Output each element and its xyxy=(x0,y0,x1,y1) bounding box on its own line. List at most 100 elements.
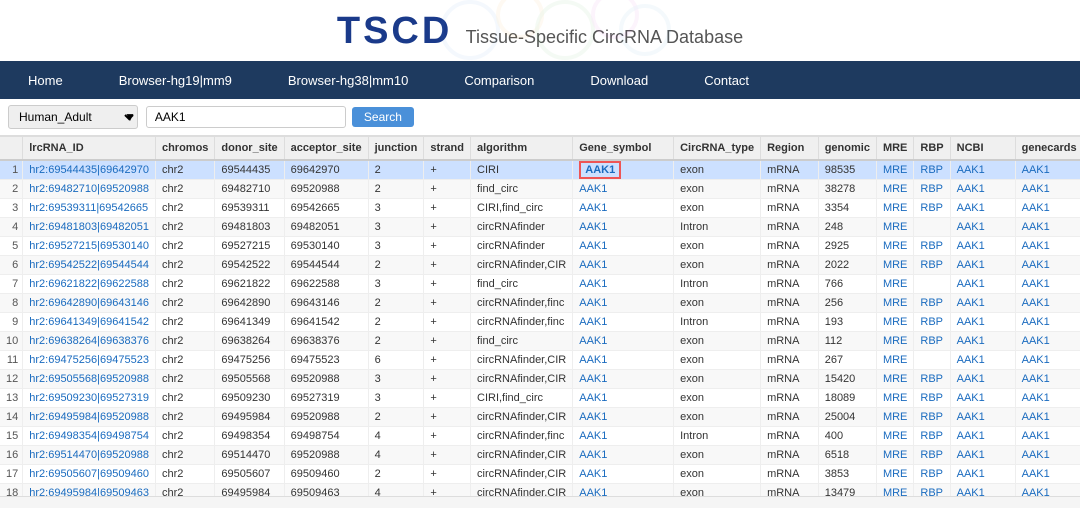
table-row[interactable]: 7hr2:69621822|69622588chr269621822696225… xyxy=(0,275,1080,294)
cell-rbp: RBP xyxy=(914,389,950,408)
nav-home[interactable]: Home xyxy=(0,61,91,99)
table-row[interactable]: 14hr2:69495984|69520988chr26949598469520… xyxy=(0,408,1080,427)
cell-algorithm: circRNAfinder,CIR xyxy=(471,370,573,389)
cell-num: 2 xyxy=(0,180,23,199)
cell-type: exon xyxy=(674,465,761,484)
cell-junction: 3 xyxy=(368,199,424,218)
table-row[interactable]: 1hr2:69544435|69642970chr269544435696429… xyxy=(0,160,1080,180)
species-select[interactable]: Human_Adult Human_Fetal Mouse_Adult Mous… xyxy=(8,105,138,129)
cell-algorithm: circRNAfinder,CIR xyxy=(471,446,573,465)
table-row[interactable]: 16hr2:69514470|69520988chr26951447069520… xyxy=(0,446,1080,465)
dropdown-arrow-icon: ▼ xyxy=(124,110,136,124)
cell-genomic: 25004 xyxy=(818,408,876,427)
cell-num: 8 xyxy=(0,294,23,313)
table-row[interactable]: 10hr2:69638264|69638376chr26963826469638… xyxy=(0,332,1080,351)
cell-chr: chr2 xyxy=(155,332,214,351)
cell-algorithm: circRNAfinder,CIR xyxy=(471,351,573,370)
search-input[interactable] xyxy=(146,106,346,128)
cell-id: hr2:69527215|69530140 xyxy=(23,237,156,256)
cell-id: hr2:69638264|69638376 xyxy=(23,332,156,351)
cell-chr: chr2 xyxy=(155,160,214,180)
cell-junction: 4 xyxy=(368,484,424,497)
table-row[interactable]: 5hr2:69527215|69530140chr269527215695301… xyxy=(0,237,1080,256)
cell-donor: 69539311 xyxy=(215,199,284,218)
cell-type: exon xyxy=(674,370,761,389)
nav-browser-hg19[interactable]: Browser-hg19|mm9 xyxy=(91,61,260,99)
table-row[interactable]: 8hr2:69642890|69643146chr269642890696431… xyxy=(0,294,1080,313)
cell-junction: 2 xyxy=(368,332,424,351)
table-row[interactable]: 17hr2:69505607|69509460chr26950560769509… xyxy=(0,465,1080,484)
cell-id: hr2:69475256|69475523 xyxy=(23,351,156,370)
cell-gene: AAK1 xyxy=(573,275,674,294)
cell-gene: AAK1 xyxy=(573,256,674,275)
cell-donor: 69544435 xyxy=(215,160,284,180)
cell-genomic: 766 xyxy=(818,275,876,294)
cell-donor: 69527215 xyxy=(215,237,284,256)
cell-genecards: AAK1 xyxy=(1015,160,1080,180)
cell-region: mRNA xyxy=(761,465,819,484)
cell-region: mRNA xyxy=(761,427,819,446)
table-row[interactable]: 15hr2:69498354|69498754chr26949835469498… xyxy=(0,427,1080,446)
cell-mre: MRE xyxy=(876,218,913,237)
cell-id: hr2:69542522|69544544 xyxy=(23,256,156,275)
cell-acceptor: 69542665 xyxy=(284,199,368,218)
cell-id: hr2:69505607|69509460 xyxy=(23,465,156,484)
cell-strand: + xyxy=(424,256,471,275)
cell-genomic: 112 xyxy=(818,332,876,351)
cell-mre: MRE xyxy=(876,370,913,389)
cell-gene: AAK1 xyxy=(573,351,674,370)
search-button[interactable]: Search xyxy=(352,107,414,127)
cell-mre: MRE xyxy=(876,256,913,275)
cell-mre: MRE xyxy=(876,180,913,199)
cell-gene: AAK1 xyxy=(573,160,674,180)
nav-browser-hg38[interactable]: Browser-hg38|mm10 xyxy=(260,61,436,99)
cell-strand: + xyxy=(424,313,471,332)
cell-genomic: 18089 xyxy=(818,389,876,408)
cell-chr: chr2 xyxy=(155,465,214,484)
table-row[interactable]: 12hr2:69505568|69520988chr26950556869520… xyxy=(0,370,1080,389)
cell-type: exon xyxy=(674,294,761,313)
cell-donor: 69641349 xyxy=(215,313,284,332)
cell-rbp: RBP xyxy=(914,160,950,180)
cell-rbp xyxy=(914,218,950,237)
cell-type: exon xyxy=(674,389,761,408)
cell-chr: chr2 xyxy=(155,351,214,370)
nav-comparison[interactable]: Comparison xyxy=(436,61,562,99)
cell-chr: chr2 xyxy=(155,389,214,408)
cell-region: mRNA xyxy=(761,294,819,313)
cell-genecards: AAK1 xyxy=(1015,446,1080,465)
cell-gene: AAK1 xyxy=(573,389,674,408)
cell-junction: 4 xyxy=(368,446,424,465)
cell-gene: AAK1 xyxy=(573,237,674,256)
cell-id: hr2:69642890|69643146 xyxy=(23,294,156,313)
cell-genomic: 6518 xyxy=(818,446,876,465)
table-row[interactable]: 11hr2:69475256|69475523chr26947525669475… xyxy=(0,351,1080,370)
nav-contact[interactable]: Contact xyxy=(676,61,777,99)
table-row[interactable]: 2hr2:69482710|69520988chr269482710695209… xyxy=(0,180,1080,199)
cell-region: mRNA xyxy=(761,313,819,332)
table-row[interactable]: 18hr2:69495984|69509463chr26949598469509… xyxy=(0,484,1080,497)
cell-type: Intron xyxy=(674,275,761,294)
table-row[interactable]: 9hr2:69641349|69641542chr269641349696415… xyxy=(0,313,1080,332)
results-table-container: lrcRNA_ID chromos donor_site acceptor_si… xyxy=(0,136,1080,496)
table-row[interactable]: 6hr2:69542522|69544544chr269542522695445… xyxy=(0,256,1080,275)
cell-junction: 2 xyxy=(368,294,424,313)
cell-rbp: RBP xyxy=(914,256,950,275)
cell-rbp xyxy=(914,351,950,370)
cell-acceptor: 69482051 xyxy=(284,218,368,237)
table-row[interactable]: 4hr2:69481803|69482051chr269481803694820… xyxy=(0,218,1080,237)
cell-rbp: RBP xyxy=(914,294,950,313)
cell-acceptor: 69643146 xyxy=(284,294,368,313)
cell-junction: 4 xyxy=(368,427,424,446)
cell-genecards: AAK1 xyxy=(1015,370,1080,389)
table-row[interactable]: 13hr2:69509230|69527319chr26950923069527… xyxy=(0,389,1080,408)
nav-download[interactable]: Download xyxy=(562,61,676,99)
col-RBP: RBP xyxy=(914,137,950,160)
cell-ncbi: AAK1 xyxy=(950,199,1015,218)
cell-genomic: 256 xyxy=(818,294,876,313)
cell-id: hr2:69514470|69520988 xyxy=(23,446,156,465)
cell-rbp xyxy=(914,275,950,294)
table-row[interactable]: 3hr2:69539311|69542665chr269539311695426… xyxy=(0,199,1080,218)
cell-algorithm: circRNAfinder xyxy=(471,237,573,256)
cell-rbp: RBP xyxy=(914,313,950,332)
